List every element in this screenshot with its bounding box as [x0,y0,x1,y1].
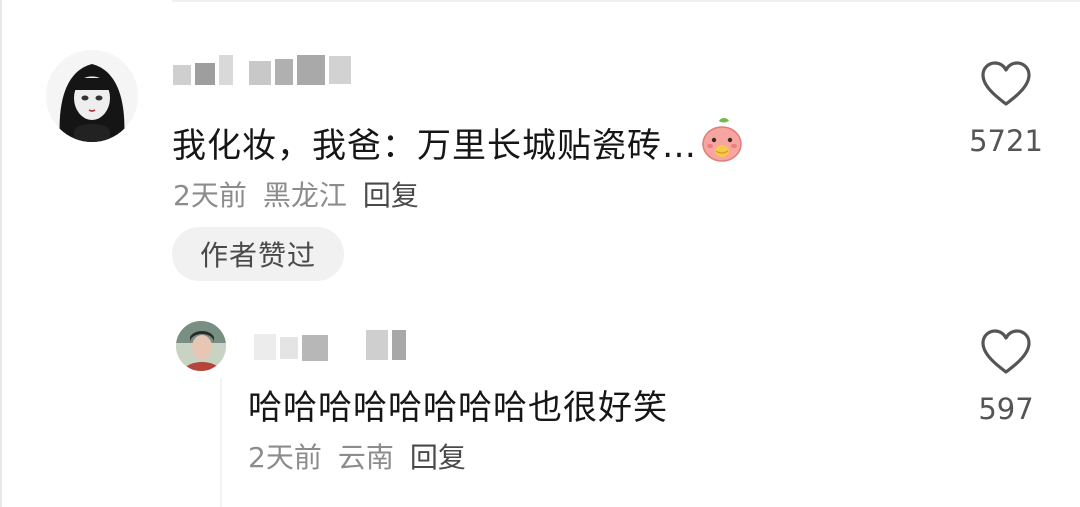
author-liked-badge: 作者赞过 [172,227,344,281]
comment-text: 我化妆，我爸：万里长城贴瓷砖… [172,118,745,172]
comment-body: 我化妆，我爸：万里长城贴瓷砖… [172,126,697,166]
heart-outline-icon [981,61,1031,106]
reply-thread-line [220,378,222,507]
avatar[interactable] [46,50,138,142]
reply-avatar[interactable] [176,321,226,371]
reply-like-count: 597 [978,392,1034,426]
heart-outline-icon [981,329,1031,374]
reply-username-blurred[interactable] [240,326,406,362]
reply-time: 2天前 [248,441,322,474]
reply-reply-button[interactable]: 回复 [410,436,466,476]
peach-eating-emoji-icon [699,117,745,172]
top-divider [172,0,1080,2]
comment-time: 2天前 [173,179,247,212]
reply-button[interactable]: 回复 [363,174,419,214]
left-edge-divider [0,0,2,507]
comment-location: 黑龙江 [262,179,347,212]
username-blurred[interactable] [173,54,351,86]
reply-location: 云南 [337,441,394,474]
avatar-image [46,50,138,142]
comment-section: 我化妆，我爸：万里长城贴瓷砖… 2天前 黑龙江 回复 作者赞过 5721 哈哈哈… [0,0,1080,507]
comment-meta: 2天前 黑龙江 回复 [173,174,419,214]
reply-like-button[interactable]: 597 [956,328,1056,426]
reply-avatar-image [176,321,226,371]
reply-text: 哈哈哈哈哈哈哈哈也很好笑 [248,388,668,428]
like-count: 5721 [969,124,1043,158]
reply-meta: 2天前 云南 回复 [248,436,466,476]
like-button[interactable]: 5721 [956,60,1056,158]
